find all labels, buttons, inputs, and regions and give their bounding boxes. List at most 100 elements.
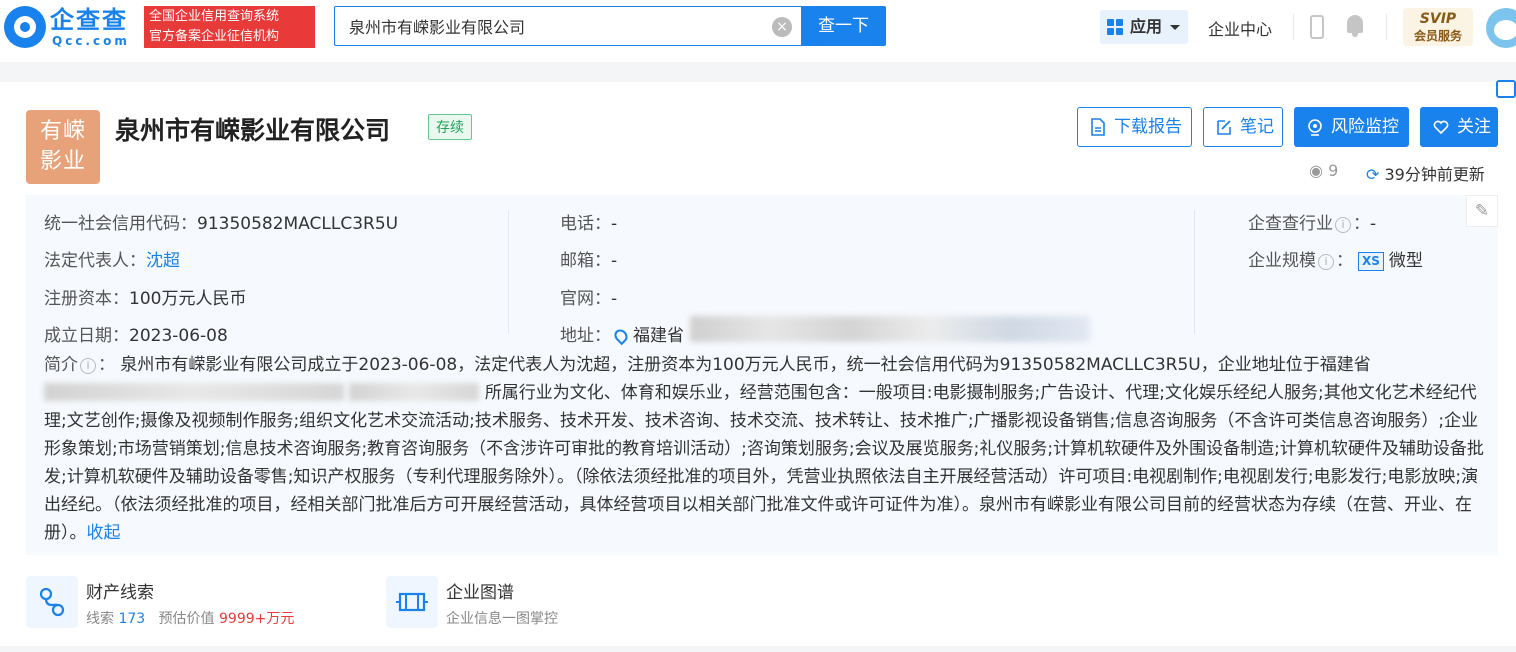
phone-value: - — [611, 214, 618, 234]
edit-icon — [1217, 120, 1231, 135]
download-report-button[interactable]: 下载报告 — [1077, 107, 1192, 147]
email-label: 邮箱： — [560, 251, 611, 271]
header-divider — [0, 62, 1516, 82]
update-time-value: 39分钟前更新 — [1384, 165, 1485, 184]
clue-label: 线索 — [86, 611, 114, 627]
search-button[interactable]: 查一下 — [801, 6, 886, 46]
company-name: 泉州市有嵘影业有限公司 — [115, 116, 391, 145]
scale-badge: XS — [1358, 252, 1384, 271]
floating-tool-icon[interactable] — [1496, 80, 1516, 98]
value-label: 预估价值 — [158, 611, 215, 627]
help-icon[interactable]: i — [80, 358, 96, 374]
email-value: - — [611, 251, 618, 271]
credit-code-field: 统一社会信用代码：91350582MACLLC3R5U — [44, 209, 398, 234]
bell-icon[interactable] — [1345, 15, 1365, 37]
legal-rep-link[interactable]: 沈超 — [146, 251, 180, 271]
badge-line2: 官方备案企业征信机构 — [149, 29, 280, 44]
location-pin-icon — [611, 326, 631, 346]
assets-subtitle: 线索 173 预估价值 9999+万元 — [86, 608, 294, 628]
clear-icon[interactable]: × — [772, 17, 792, 37]
company-logo-line2: 影业 — [39, 149, 86, 174]
top-bar: 企查查 Qcc.com 全国企业信用查询系统 官方备案企业征信机构 × 查一下 … — [0, 0, 1516, 56]
intro-text-part2: 所属行业为文化、体育和娱乐业，经营范围包含：一般项目:电影摄制服务;广告设计、代… — [44, 383, 1484, 543]
graph-subtitle: 企业信息一图掌控 — [446, 611, 558, 627]
estimated-value: 9999+万元 — [219, 611, 295, 627]
eye-icon: ◉ — [1309, 161, 1323, 180]
phone-field: 电话：- — [560, 209, 617, 234]
logo-text: 企查查 — [50, 6, 128, 34]
legal-rep-label: 法定代表人： — [44, 251, 146, 271]
risk-monitor-label: 风险监控 — [1331, 117, 1399, 137]
website-value: - — [611, 289, 618, 309]
address-value[interactable]: 福建省 — [633, 326, 684, 346]
follow-label: 关注 — [1457, 117, 1491, 137]
risk-monitor-button[interactable]: 风险监控 — [1294, 107, 1409, 147]
monitor-icon — [1308, 119, 1322, 136]
status-badge: 存续 — [428, 114, 472, 140]
pdf-file-icon — [1091, 118, 1105, 136]
address-redacted — [690, 316, 1090, 342]
badge-line1: 全国企业信用查询系统 — [149, 9, 280, 24]
email-field: 邮箱：- — [560, 246, 617, 271]
industry-value: - — [1370, 214, 1377, 234]
avatar[interactable] — [1486, 8, 1516, 48]
svip-title: SVIP — [1419, 11, 1457, 27]
divider — [1293, 14, 1294, 40]
note-label: 笔记 — [1240, 117, 1274, 137]
svip-subtitle: 会员服务 — [1413, 29, 1462, 43]
mobile-icon[interactable] — [1310, 15, 1324, 39]
company-logo: 有嵘 影业 — [26, 110, 100, 184]
clue-count: 173 — [118, 611, 146, 627]
phone-label: 电话： — [560, 214, 611, 234]
column-divider — [1194, 210, 1195, 334]
credit-code-label: 统一社会信用代码： — [44, 214, 197, 234]
industry-field: 企查查行业 i ：- — [1248, 214, 1377, 234]
svip-button[interactable]: SVIP 会员服务 — [1403, 8, 1473, 46]
follow-button[interactable]: 关注 — [1420, 107, 1498, 147]
redacted-text — [44, 383, 344, 401]
divider — [1386, 14, 1387, 40]
qcc-logo[interactable]: 企查查 Qcc.com — [4, 6, 140, 50]
download-report-label: 下载报告 — [1114, 117, 1182, 137]
found-date-label: 成立日期： — [44, 326, 129, 346]
search-box: × — [334, 6, 802, 46]
graph-icon — [386, 576, 438, 628]
address-label: 地址： — [560, 326, 611, 346]
search-input[interactable] — [335, 7, 802, 45]
note-button[interactable]: 笔记 — [1203, 107, 1283, 147]
capital-field: 注册资本：100万元人民币 — [44, 284, 246, 309]
apps-label: 应用 — [1130, 17, 1163, 36]
website-field: 官网：- — [560, 284, 617, 309]
enterprise-graph-card[interactable]: 企业图谱 企业信息一图掌控 — [386, 576, 766, 628]
capital-value: 100万元人民币 — [129, 289, 247, 309]
chevron-down-icon — [1170, 25, 1180, 30]
collapse-link[interactable]: 收起 — [87, 523, 121, 543]
intro-label: 简介 — [44, 355, 78, 375]
scale-field: 企业规模 i： XS 微型 — [1248, 251, 1423, 271]
pencil-icon[interactable]: ✎ — [1466, 195, 1498, 227]
address-field: 地址： 福建省 — [560, 321, 684, 346]
intro-text-part1: 泉州市有嵘影业有限公司成立于2023-06-08，法定代表人为沈超，注册资本为1… — [120, 355, 1371, 375]
help-icon[interactable]: i — [1318, 254, 1334, 270]
apps-grid-icon — [1107, 19, 1123, 35]
official-badge: 全国企业信用查询系统 官方备案企业征信机构 — [144, 6, 315, 48]
assets-card[interactable]: 财产线索 线索 173 预估价值 9999+万元 — [26, 576, 406, 628]
enterprise-center-link[interactable]: 企业中心 — [1208, 16, 1272, 40]
heart-icon — [1433, 120, 1449, 135]
scale-label: 企业规模 — [1248, 251, 1316, 271]
views-value: 9 — [1328, 161, 1339, 180]
legal-rep-field: 法定代表人：沈超 — [44, 246, 180, 271]
credit-code-value: 91350582MACLLC3R5U — [197, 214, 399, 234]
views-count: ◉ 9 — [1309, 161, 1338, 180]
help-icon[interactable]: i — [1335, 217, 1351, 233]
qcc-logo-icon — [4, 6, 46, 48]
apps-button[interactable]: 应用 — [1100, 10, 1188, 44]
logo-domain: Qcc.com — [52, 34, 130, 48]
found-date-value: 2023-06-08 — [129, 326, 228, 346]
link-chain-icon — [26, 576, 78, 628]
industry-label: 企查查行业 — [1248, 214, 1333, 234]
update-time[interactable]: ⟳ 39分钟前更新 — [1366, 161, 1485, 185]
found-date-field: 成立日期：2023-06-08 — [44, 321, 228, 346]
assets-title: 财产线索 — [86, 583, 154, 603]
website-label: 官网： — [560, 289, 611, 309]
